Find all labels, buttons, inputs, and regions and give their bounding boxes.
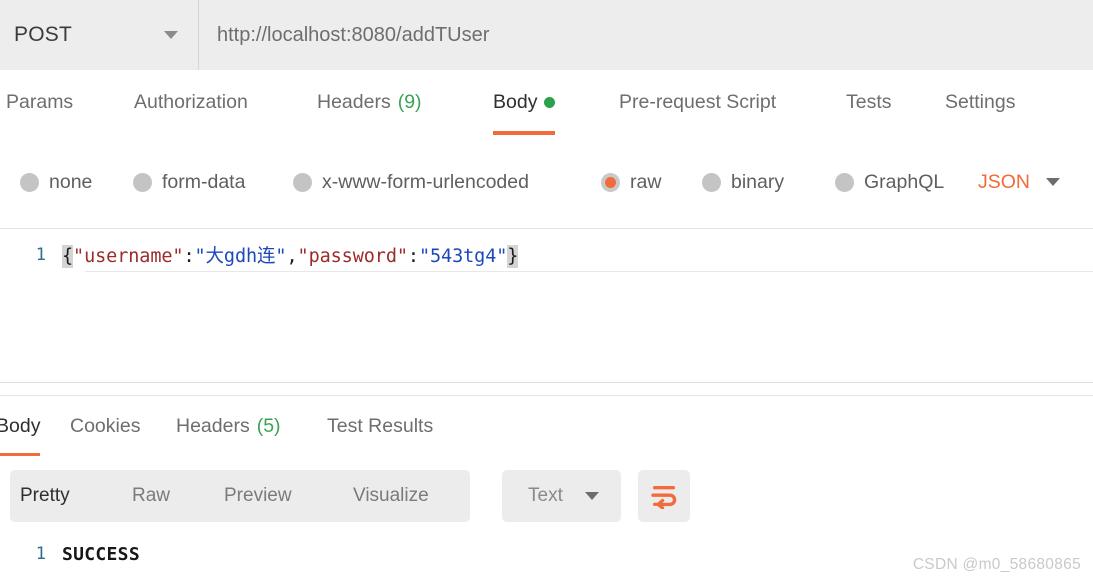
url-text: http://localhost:8080/addTUser xyxy=(217,23,490,46)
radio-graphql-icon xyxy=(835,172,854,192)
tab-settings-label: Settings xyxy=(945,91,1016,113)
radio-binary-label: binary xyxy=(731,170,785,193)
tab-body[interactable]: Body xyxy=(493,70,556,135)
response-line-number: 1 xyxy=(35,544,46,564)
json-colon-2: : xyxy=(407,246,419,267)
response-tab-body[interactable]: Body xyxy=(0,396,41,456)
radio-x-www-form-urlencoded[interactable]: x-www-form-urlencoded xyxy=(293,171,529,194)
response-tab-headers-label: Headers xyxy=(176,414,250,437)
response-tab-cookies-label: Cookies xyxy=(70,414,141,437)
tab-pre-request-script[interactable]: Pre-request Script xyxy=(619,70,776,135)
response-tab-test-results[interactable]: Test Results xyxy=(327,396,433,456)
response-tab-headers-count: (5) xyxy=(256,414,281,437)
chevron-down-icon xyxy=(1046,178,1061,186)
tab-params-label: Params xyxy=(6,91,74,113)
radio-x-www-form-urlencoded-icon xyxy=(293,172,312,192)
body-format-select[interactable]: JSON xyxy=(978,170,1061,194)
tab-headers-label: Headers xyxy=(317,91,391,113)
radio-graphql[interactable]: GraphQL xyxy=(835,171,944,194)
request-tab-bar: Params Authorization Headers (9) Body Pr… xyxy=(0,70,1093,135)
radio-raw-icon xyxy=(601,172,620,192)
body-modified-dot-icon xyxy=(544,97,556,108)
response-format-label: Text xyxy=(528,485,563,506)
tab-headers-count: (9) xyxy=(397,91,422,113)
json-colon-1: : xyxy=(183,246,195,267)
radio-none[interactable]: none xyxy=(20,171,92,194)
response-tab-body-active-underline xyxy=(0,453,41,456)
tab-body-label: Body xyxy=(493,91,538,113)
url-input[interactable]: http://localhost:8080/addTUser xyxy=(199,0,1093,70)
response-tab-cookies[interactable]: Cookies xyxy=(70,396,140,456)
chevron-down-icon xyxy=(164,31,178,39)
json-key-username: "username" xyxy=(73,246,184,267)
http-method-select[interactable]: POST xyxy=(0,0,199,70)
view-mode-preview[interactable]: Preview xyxy=(224,485,292,507)
tab-headers[interactable]: Headers (9) xyxy=(317,70,422,135)
json-close-brace: } xyxy=(507,245,519,268)
radio-raw-label: raw xyxy=(630,170,662,193)
response-tab-test-results-label: Test Results xyxy=(327,414,434,437)
tab-body-active-underline xyxy=(493,131,556,135)
radio-binary-icon xyxy=(702,172,721,192)
response-tab-headers[interactable]: Headers (5) xyxy=(176,396,281,456)
json-key-password: "password" xyxy=(297,246,408,267)
radio-binary[interactable]: binary xyxy=(702,171,784,194)
tab-tests-label: Tests xyxy=(846,91,892,113)
radio-form-data[interactable]: form-data xyxy=(133,171,245,194)
word-wrap-icon xyxy=(651,486,677,509)
radio-raw[interactable]: raw xyxy=(601,171,661,194)
radio-x-www-form-urlencoded-label: x-www-form-urlencoded xyxy=(322,170,529,193)
tab-authorization[interactable]: Authorization xyxy=(134,70,248,135)
response-format-select[interactable]: Text xyxy=(502,470,621,522)
json-comma: , xyxy=(286,246,298,267)
response-tab-body-label: Body xyxy=(0,414,41,437)
body-format-label: JSON xyxy=(978,170,1031,193)
response-divider-top xyxy=(0,382,1093,383)
radio-graphql-label: GraphQL xyxy=(864,170,945,193)
radio-none-label: none xyxy=(49,170,93,193)
tab-params[interactable]: Params xyxy=(6,70,73,135)
tab-tests[interactable]: Tests xyxy=(846,70,892,135)
json-open-brace: { xyxy=(62,245,74,268)
view-mode-visualize[interactable]: Visualize xyxy=(353,485,429,507)
tab-settings[interactable]: Settings xyxy=(945,70,1015,135)
tab-authorization-label: Authorization xyxy=(134,91,248,113)
code-line: 1 {"username":"大gdh连","password":"543tg4… xyxy=(0,239,1093,271)
view-mode-raw[interactable]: Raw xyxy=(132,485,170,507)
response-view-mode-group: Pretty Raw Preview Visualize xyxy=(10,470,470,522)
response-body-text: SUCCESS xyxy=(62,543,140,565)
watermark: CSDN @m0_58680865 xyxy=(912,556,1081,573)
response-tab-bar: Body Cookies Headers (5) Test Results xyxy=(0,396,1093,456)
active-line-underline xyxy=(85,271,1093,272)
request-body-json: {"username":"大gdh连","password":"543tg4"} xyxy=(62,242,518,268)
request-url-bar: POST http://localhost:8080/addTUser xyxy=(0,0,1093,71)
radio-form-data-icon xyxy=(133,172,152,192)
json-value-password: "543tg4" xyxy=(418,246,508,267)
chevron-down-icon xyxy=(584,492,599,500)
radio-none-icon xyxy=(20,172,39,192)
view-mode-pretty[interactable]: Pretty xyxy=(20,485,70,507)
request-body-editor[interactable]: 1 {"username":"大gdh连","password":"543tg4… xyxy=(0,229,1093,382)
line-number: 1 xyxy=(35,245,46,265)
json-value-username: "大gdh连" xyxy=(194,246,287,267)
response-toolbar: Pretty Raw Preview Visualize Text xyxy=(0,470,1093,522)
body-type-radio-group: none form-data x-www-form-urlencoded raw… xyxy=(0,158,1093,206)
word-wrap-toggle[interactable] xyxy=(638,470,690,522)
tab-pre-request-script-label: Pre-request Script xyxy=(619,91,777,113)
http-method-label: POST xyxy=(14,23,72,46)
radio-form-data-label: form-data xyxy=(162,170,246,193)
